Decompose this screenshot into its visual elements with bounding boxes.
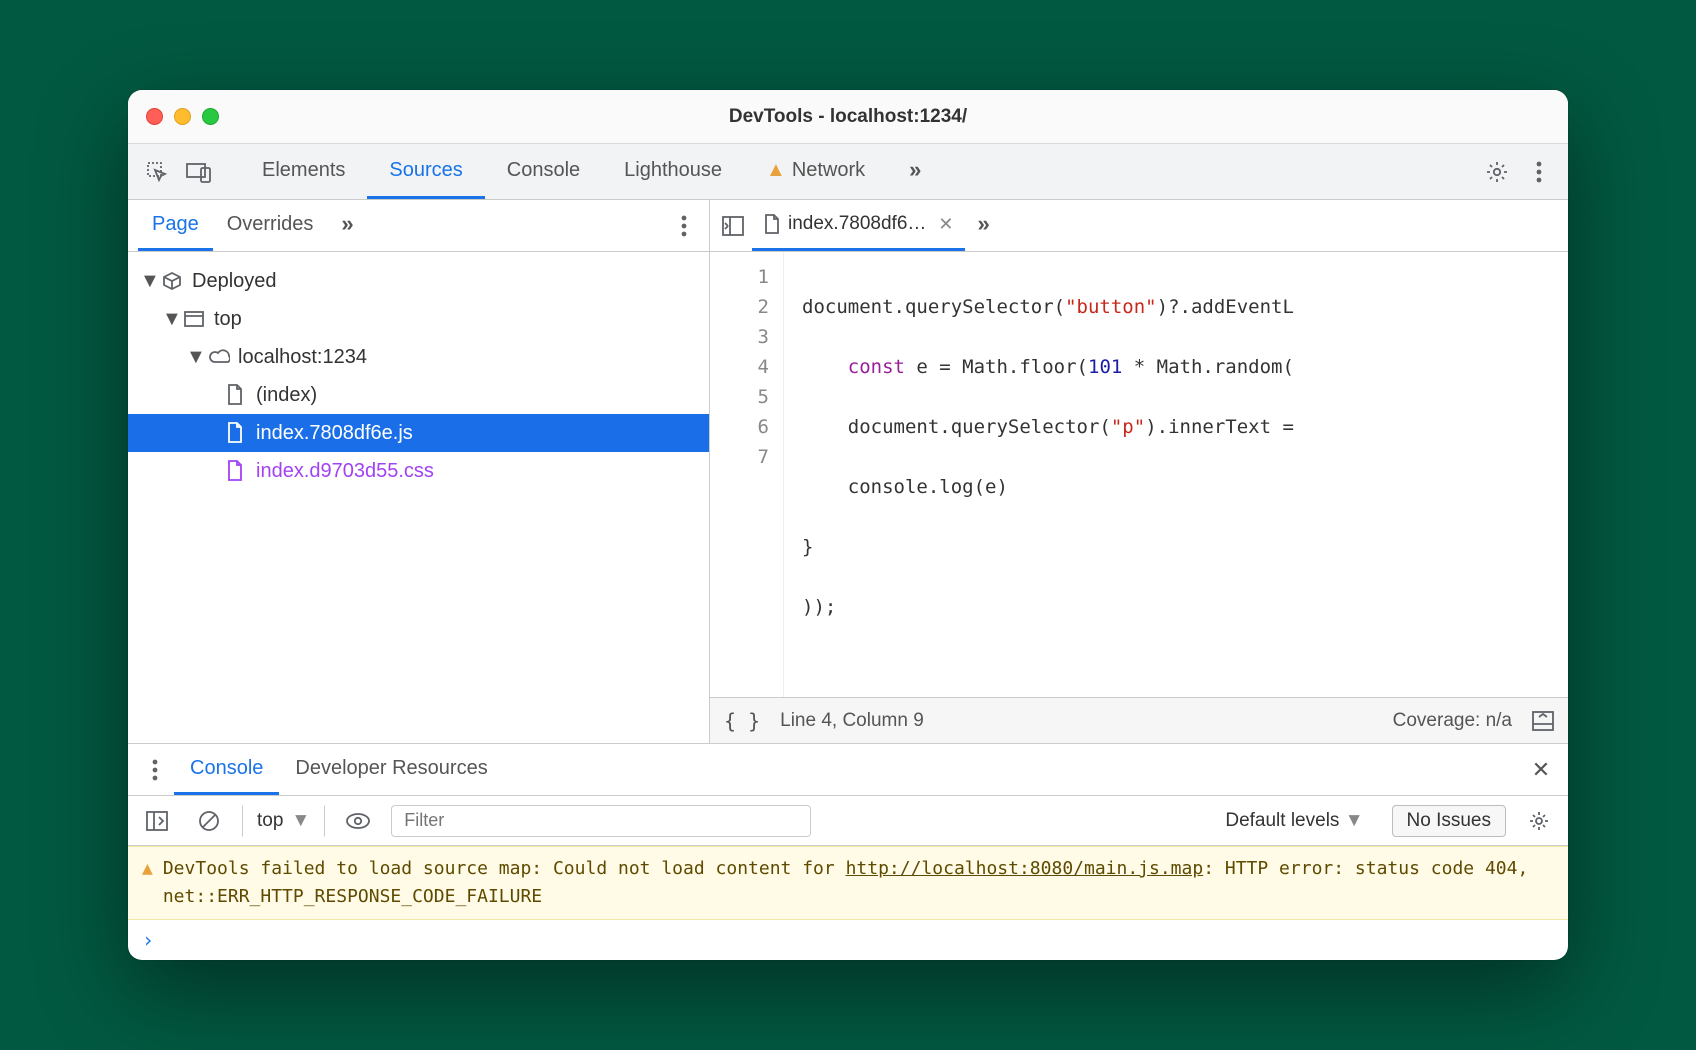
console-output: ▲ DevTools failed to load source map: Co…	[128, 846, 1568, 960]
settings-icon[interactable]	[1478, 153, 1516, 191]
maximize-window-button[interactable]	[202, 108, 219, 125]
live-expression-icon[interactable]	[339, 802, 377, 840]
tree-top[interactable]: ▼ top	[128, 300, 709, 338]
console-warning[interactable]: ▲ DevTools failed to load source map: Co…	[128, 846, 1568, 920]
warning-icon: ▲	[766, 159, 786, 182]
warning-icon: ▲	[142, 855, 153, 911]
more-navtabs-button[interactable]: »	[327, 200, 365, 251]
clear-console-icon[interactable]	[190, 802, 228, 840]
pretty-print-icon[interactable]: { }	[724, 709, 760, 733]
tree-label: index.7808df6e.js	[256, 422, 413, 445]
context-selector[interactable]: top ▼	[242, 805, 325, 837]
show-drawer-icon[interactable]	[1532, 711, 1554, 731]
tree-label: localhost:1234	[238, 346, 367, 369]
cursor-position: Line 4, Column 9	[780, 710, 924, 732]
chevron-down-icon: ▼	[291, 810, 310, 832]
window-controls	[146, 108, 219, 125]
devtools-window: DevTools - localhost:1234/ Elements Sour…	[128, 90, 1568, 960]
editor-statusbar: { } Line 4, Column 9 Coverage: n/a	[710, 697, 1568, 743]
console-drawer: Console Developer Resources ✕ top ▼ Defa…	[128, 744, 1568, 960]
close-drawer-icon[interactable]: ✕	[1522, 751, 1560, 789]
kebab-menu-icon[interactable]	[1520, 153, 1558, 191]
file-tab[interactable]: index.7808df6… ✕	[752, 200, 965, 251]
window-title: DevTools - localhost:1234/	[128, 106, 1568, 128]
tree-jsfile[interactable]: index.7808df6e.js	[128, 414, 709, 452]
log-levels-selector[interactable]: Default levels ▼	[1225, 810, 1363, 832]
source-panel: index.7808df6… ✕ » 1 2 3 4 5 6 7 documen…	[710, 200, 1568, 743]
close-icon[interactable]: ✕	[938, 214, 953, 235]
titlebar: DevTools - localhost:1234/	[128, 90, 1568, 144]
warning-link[interactable]: http://localhost:8080/main.js.map	[846, 858, 1204, 879]
cloud-icon	[208, 348, 230, 366]
console-settings-icon[interactable]	[1520, 802, 1558, 840]
more-tabs-button[interactable]: »	[887, 144, 941, 199]
tab-network[interactable]: ▲Network	[744, 144, 887, 199]
tree-deployed[interactable]: ▼ Deployed	[128, 262, 709, 300]
device-toolbar-icon[interactable]	[180, 153, 218, 191]
drawer-menu-icon[interactable]	[136, 751, 174, 789]
file-icon	[226, 460, 248, 482]
tab-elements[interactable]: Elements	[240, 144, 367, 199]
tree-label: index.d9703d55.css	[256, 460, 434, 483]
tree-index[interactable]: (index)	[128, 376, 709, 414]
navigator-panel: Page Overrides » ▼ Deployed ▼ top	[128, 200, 710, 743]
navtab-overrides[interactable]: Overrides	[213, 200, 328, 251]
code-editor[interactable]: 1 2 3 4 5 6 7 document.querySelector("bu…	[710, 252, 1568, 697]
drawer-tab-console[interactable]: Console	[174, 744, 279, 795]
file-icon	[764, 214, 780, 234]
frame-icon	[184, 311, 206, 327]
drawer-tab-devres[interactable]: Developer Resources	[279, 744, 503, 795]
tree-label: (index)	[256, 384, 317, 407]
chevron-down-icon: ▼	[1345, 810, 1364, 831]
close-window-button[interactable]	[146, 108, 163, 125]
chevron-down-icon: ▼	[162, 308, 176, 331]
inspect-element-icon[interactable]	[138, 153, 176, 191]
toggle-sidebar-icon[interactable]	[138, 802, 176, 840]
file-tree: ▼ Deployed ▼ top ▼ localhost:1234 (index…	[128, 252, 709, 500]
filter-input[interactable]	[391, 805, 811, 837]
issues-button[interactable]: No Issues	[1392, 805, 1506, 837]
tree-label: top	[214, 308, 242, 331]
tree-origin[interactable]: ▼ localhost:1234	[128, 338, 709, 376]
tab-console[interactable]: Console	[485, 144, 602, 199]
console-prompt[interactable]: ›	[128, 920, 1568, 960]
line-gutter: 1 2 3 4 5 6 7	[710, 252, 784, 697]
file-icon	[226, 422, 248, 444]
cube-icon	[162, 271, 184, 291]
main-tabbar: Elements Sources Console Lighthouse ▲Net…	[128, 144, 1568, 200]
chevron-down-icon: ▼	[140, 270, 154, 293]
file-tab-label: index.7808df6…	[788, 213, 926, 235]
tree-label: Deployed	[192, 270, 277, 293]
more-filetabs-button[interactable]: »	[965, 200, 999, 251]
navigator-menu-icon[interactable]	[665, 207, 703, 245]
tab-lighthouse[interactable]: Lighthouse	[602, 144, 744, 199]
tab-sources[interactable]: Sources	[367, 144, 484, 199]
file-icon	[226, 384, 248, 406]
tree-cssfile[interactable]: index.d9703d55.css	[128, 452, 709, 490]
coverage-status: Coverage: n/a	[1393, 710, 1512, 732]
toggle-navigator-icon[interactable]	[714, 207, 752, 245]
navtab-page[interactable]: Page	[138, 200, 213, 251]
chevron-down-icon: ▼	[186, 346, 200, 369]
minimize-window-button[interactable]	[174, 108, 191, 125]
